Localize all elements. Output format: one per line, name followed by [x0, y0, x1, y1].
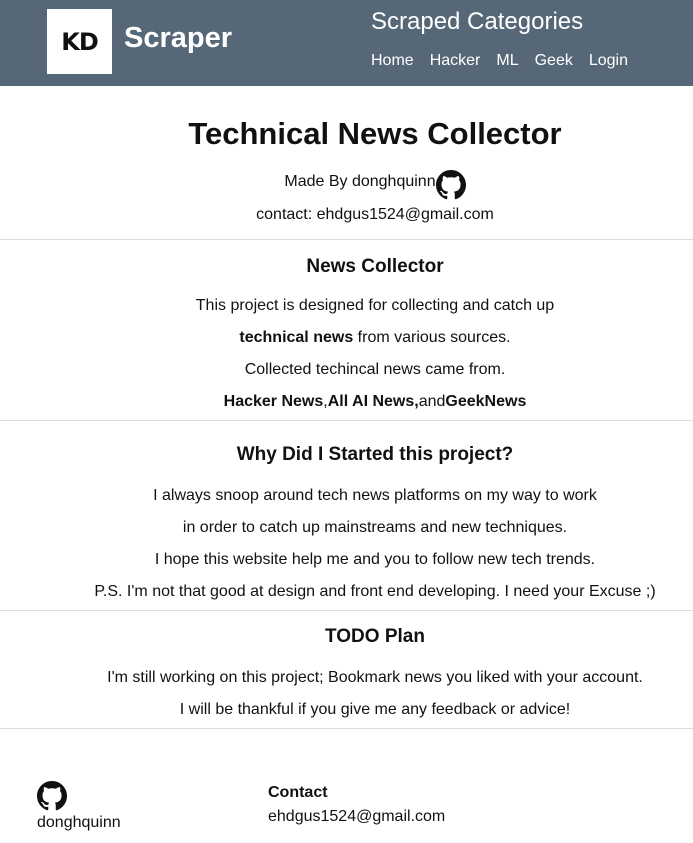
nav-title: Scraped Categories	[371, 8, 584, 35]
news-collector-line-1: This project is designed for collecting …	[195, 297, 555, 314]
todo-line-1: I'm still working on this project; Bookm…	[107, 669, 643, 686]
todo-line-2: I will be thankful if you give me any fe…	[179, 701, 571, 718]
hero-section: Technical News Collector Made By donghqu…	[0, 86, 693, 240]
made-by-text: Made By donghquinn	[284, 173, 436, 190]
section-title: TODO Plan	[325, 626, 425, 647]
github-icon[interactable]	[37, 781, 67, 811]
why-line-2: in order to catch up mainstreams and new…	[182, 519, 568, 536]
footer-email: ehdgus1524@gmail.com	[268, 808, 446, 825]
github-icon[interactable]	[436, 170, 466, 200]
why-line-4: P.S. I'm not that good at design and fro…	[94, 583, 656, 600]
todo-section: TODO Plan I'm still working on this proj…	[0, 626, 693, 726]
news-collector-line-2: technical news from various sources.	[57, 322, 693, 354]
made-by-line: Made By donghquinn	[0, 164, 693, 200]
divider	[0, 239, 693, 240]
source-hacker-news: Hacker News	[223, 393, 324, 410]
brand-name[interactable]: Scraper	[124, 22, 232, 55]
nav-hacker-link[interactable]: Hacker	[430, 52, 481, 70]
footer-author-name: donghquinn	[37, 814, 121, 831]
source-geeknews: GeekNews	[445, 393, 527, 410]
nav-geek-link[interactable]: Geek	[535, 52, 573, 70]
news-collector-line-3: Collected techincal news came from.	[244, 361, 506, 378]
footer-contact-heading: Contact	[268, 784, 328, 801]
news-collector-line-2-rest: from various sources.	[353, 329, 511, 346]
source-separator-and: and	[418, 393, 446, 410]
nav-ml-link[interactable]: ML	[496, 52, 518, 70]
nav-home-link[interactable]: Home	[371, 52, 414, 70]
main-nav: Home Hacker ML Geek Login	[371, 52, 628, 70]
logo-text: KD	[61, 27, 99, 56]
section-title: News Collector	[306, 256, 444, 277]
contact-line: contact: ehdgus1524@gmail.com	[256, 206, 494, 223]
why-section: Why Did I Started this project? I always…	[0, 444, 693, 608]
news-sources-line: Hacker News,All AI News,andGeekNews	[57, 386, 693, 418]
divider	[0, 420, 693, 421]
nav-login-link[interactable]: Login	[589, 52, 628, 70]
page-title: Technical News Collector	[188, 116, 562, 151]
logo[interactable]: KD	[47, 9, 112, 74]
technical-news-bold: technical news	[239, 329, 354, 346]
divider	[0, 610, 693, 611]
source-all-ai-news: All AI News,	[327, 393, 419, 410]
why-line-1: I always snoop around tech news platform…	[153, 487, 597, 504]
top-header: KD Scraper Scraped Categories Home Hacke…	[0, 0, 693, 86]
why-line-3: I hope this website help me and you to f…	[154, 551, 596, 568]
section-title: Why Did I Started this project?	[236, 444, 514, 465]
news-collector-section: News Collector This project is designed …	[0, 256, 693, 418]
footer: donghquinn Contact ehdgus1524@gmail.com	[0, 729, 693, 843]
